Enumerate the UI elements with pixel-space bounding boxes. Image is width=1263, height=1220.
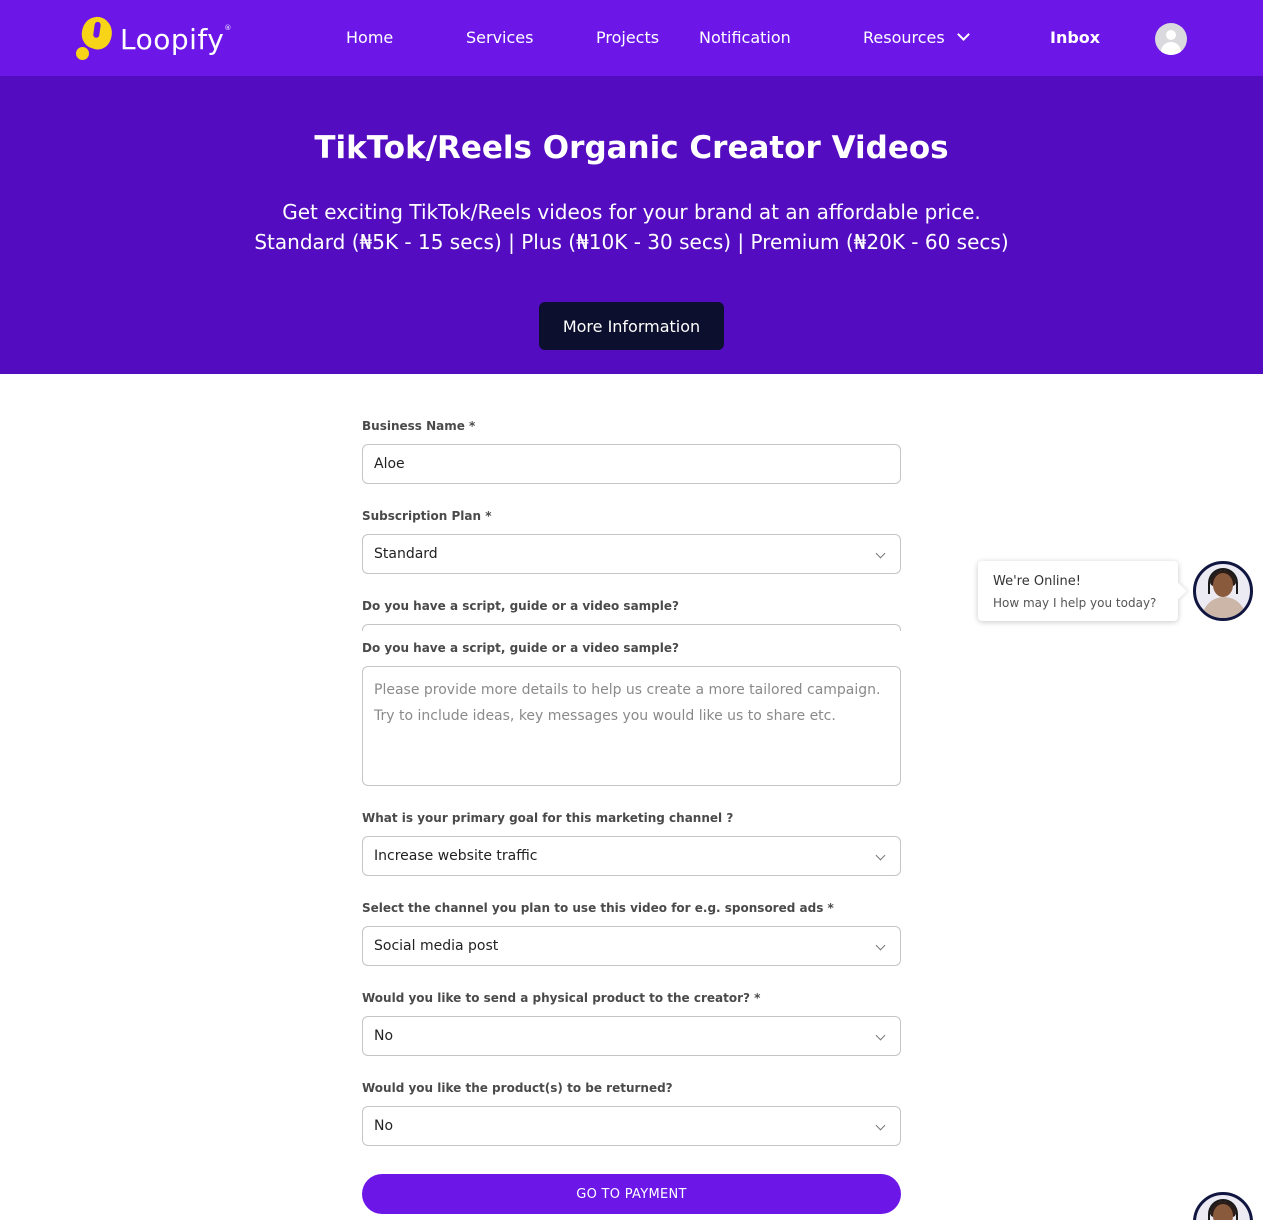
brand-logo[interactable]: Loopify ® bbox=[76, 13, 232, 62]
chat-greeting-subtitle: How may I help you today? bbox=[993, 596, 1157, 610]
chevron-down-icon bbox=[875, 1120, 886, 1131]
more-information-button[interactable]: More Information bbox=[539, 302, 724, 350]
go-to-payment-button[interactable]: GO TO PAYMENT bbox=[362, 1174, 901, 1214]
hero-subtitle-line-1: Get exciting TikTok/Reels videos for you… bbox=[282, 200, 981, 224]
hero-pricing-line: Standard (₦5K - 15 secs) | Plus (₦10K - … bbox=[254, 230, 1009, 254]
nav-services-link[interactable]: Services bbox=[466, 27, 533, 49]
nav-home-link[interactable]: Home bbox=[346, 27, 393, 49]
nav-resources-label: Resources bbox=[863, 28, 945, 47]
physical-product-select[interactable]: No bbox=[362, 1016, 901, 1056]
textarea-placeholder-line-2: Try to include ideas, key messages you w… bbox=[374, 708, 836, 724]
campaign-details-textarea[interactable]: Please provide more details to help us c… bbox=[362, 666, 901, 786]
physical-product-value: No bbox=[374, 1028, 394, 1044]
subscription-plan-value: Standard bbox=[374, 546, 438, 562]
hero-title: TikTok/Reels Organic Creator Videos bbox=[314, 130, 949, 166]
product-return-select[interactable]: No bbox=[362, 1106, 901, 1146]
textarea-placeholder-line-1: Please provide more details to help us c… bbox=[374, 682, 881, 698]
registered-mark: ® bbox=[224, 24, 232, 32]
primary-goal-value: Increase website traffic bbox=[374, 848, 538, 864]
loopify-logo-icon bbox=[76, 13, 117, 61]
nav-notification-link[interactable]: Notification bbox=[699, 27, 791, 49]
channel-value: Social media post bbox=[374, 938, 499, 954]
top-navbar: Loopify ® Home Services Projects Notific… bbox=[0, 0, 1263, 76]
chevron-down-icon bbox=[875, 940, 886, 951]
chevron-down-icon bbox=[875, 548, 886, 559]
channel-select[interactable]: Social media post bbox=[362, 926, 901, 966]
primary-goal-label: What is your primary goal for this marke… bbox=[362, 811, 734, 825]
business-name-input[interactable]: Aloe bbox=[362, 444, 901, 484]
chat-greeting-bubble[interactable]: We're Online! How may I help you today? bbox=[978, 561, 1178, 621]
campaign-details-label: Do you have a script, guide or a video s… bbox=[362, 641, 679, 655]
hero-banner: TikTok/Reels Organic Creator Videos Get … bbox=[0, 76, 1263, 374]
nav-projects-link[interactable]: Projects bbox=[596, 27, 659, 49]
hero-subtitle: Get exciting TikTok/Reels videos for you… bbox=[0, 197, 1263, 257]
physical-product-label: Would you like to send a physical produc… bbox=[362, 991, 761, 1005]
script-sample-label: Do you have a script, guide or a video s… bbox=[362, 599, 679, 613]
user-avatar-icon[interactable] bbox=[1155, 23, 1187, 55]
chevron-down-icon bbox=[956, 28, 970, 41]
channel-label: Select the channel you plan to use this … bbox=[362, 901, 834, 915]
product-return-value: No bbox=[374, 1118, 394, 1134]
chevron-down-icon bbox=[875, 850, 886, 861]
subscription-plan-select[interactable]: Standard bbox=[362, 534, 901, 574]
business-name-label: Business Name * bbox=[362, 419, 476, 433]
chevron-down-icon bbox=[875, 1030, 886, 1041]
nav-resources-dropdown[interactable]: Resources bbox=[863, 27, 970, 49]
primary-goal-select[interactable]: Increase website traffic bbox=[362, 836, 901, 876]
product-return-label: Would you like the product(s) to be retu… bbox=[362, 1081, 673, 1095]
brand-name: Loopify bbox=[120, 22, 225, 56]
chat-greeting-title: We're Online! bbox=[993, 574, 1081, 589]
support-agent-launcher[interactable] bbox=[1193, 1192, 1253, 1220]
script-sample-select[interactable] bbox=[362, 624, 901, 631]
subscription-plan-label: Subscription Plan * bbox=[362, 509, 492, 523]
support-agent-avatar[interactable] bbox=[1193, 561, 1253, 621]
nav-inbox-link[interactable]: Inbox bbox=[1050, 27, 1100, 49]
